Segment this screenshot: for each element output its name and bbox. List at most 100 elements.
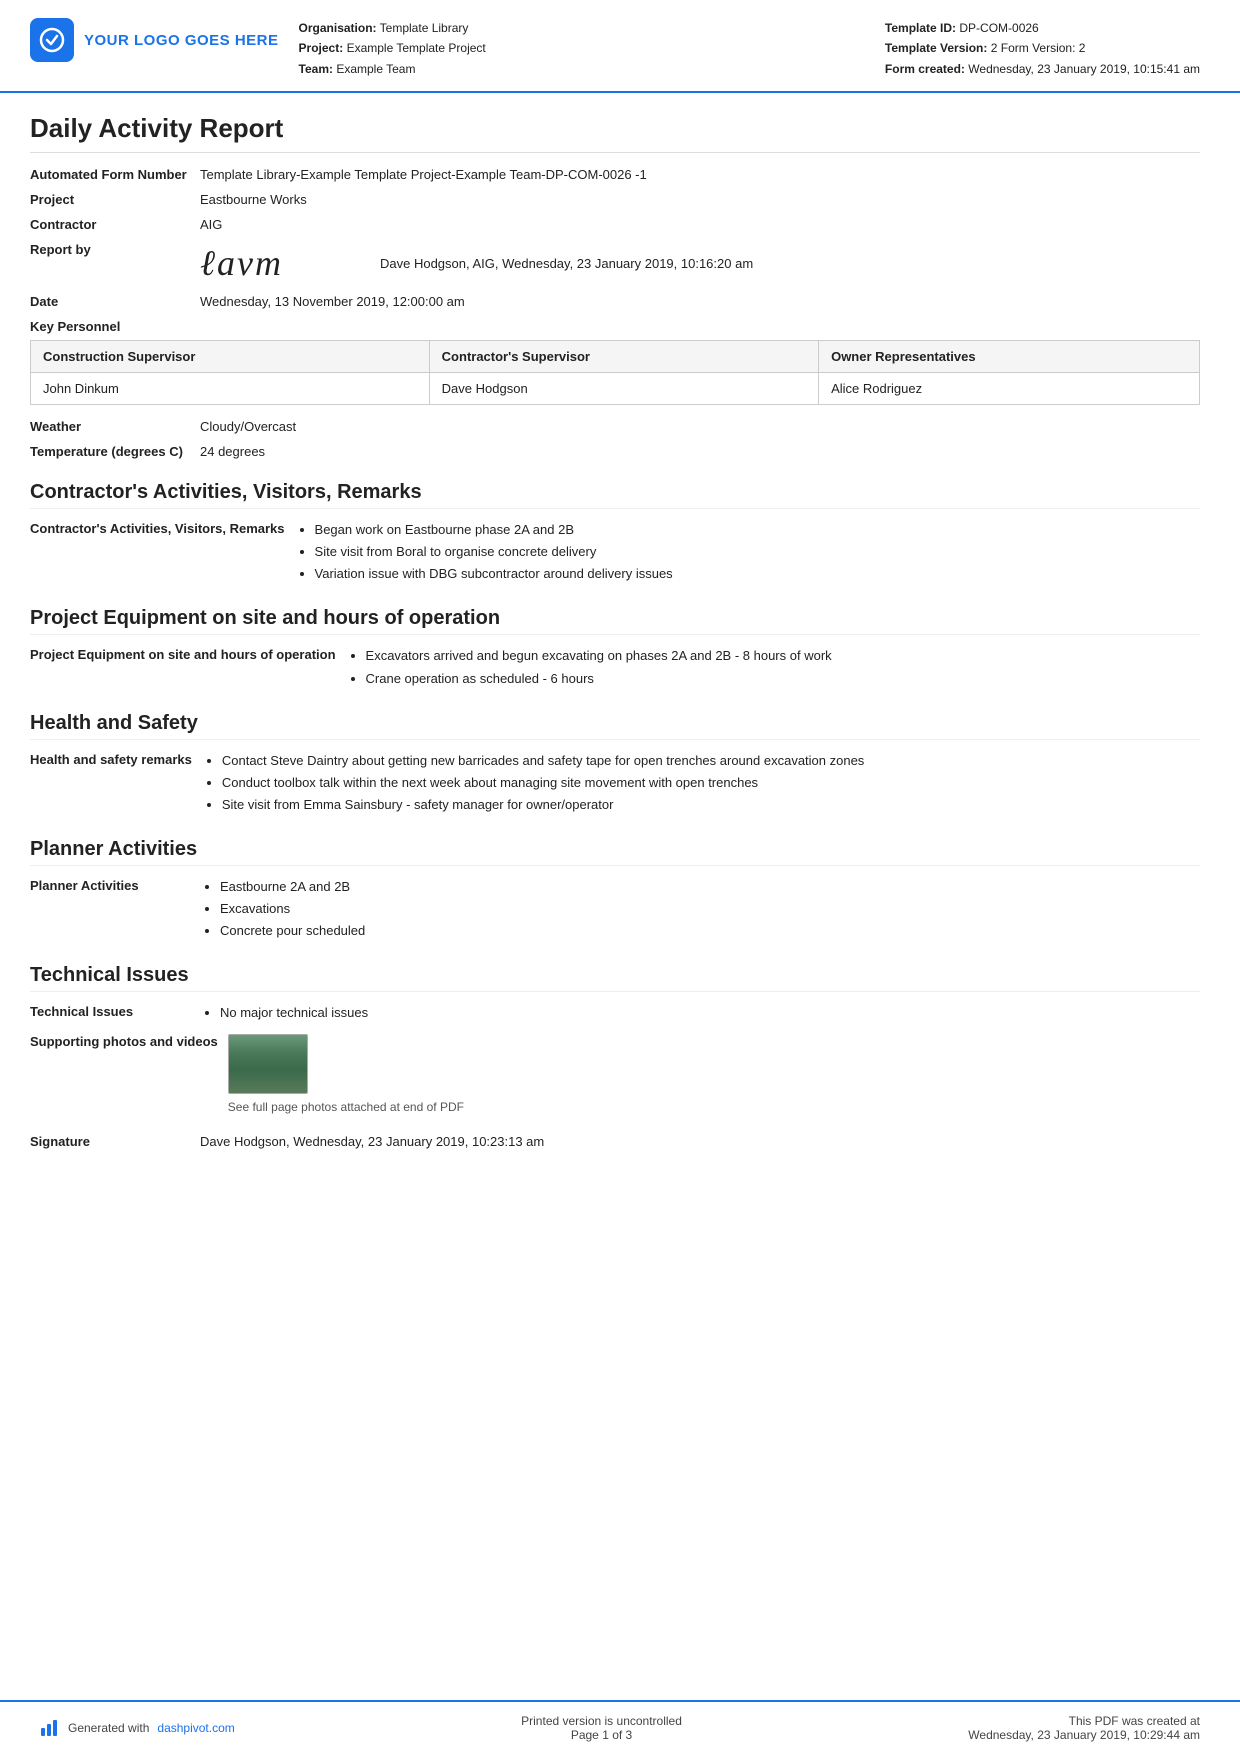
- contractors-activities-list: Began work on Eastbourne phase 2A and 2B…: [295, 519, 673, 585]
- logo-icon: [30, 18, 74, 62]
- report-by-row: Report by ℓavm Dave Hodgson, AIG, Wednes…: [30, 242, 1200, 284]
- health-safety-list: Contact Steve Daintry about getting new …: [202, 750, 864, 816]
- footer-left: Generated with dashpivot.com: [40, 1718, 235, 1738]
- template-version-label: Template Version:: [885, 41, 987, 55]
- technical-issues-heading: Technical Issues: [30, 964, 1200, 992]
- footer-uncontrolled: Printed version is uncontrolled: [521, 1714, 682, 1728]
- personnel-table: Construction Supervisor Contractor's Sup…: [30, 340, 1200, 405]
- cell-construction-supervisor: John Dinkum: [31, 373, 430, 405]
- footer-center: Printed version is uncontrolled Page 1 o…: [521, 1714, 682, 1742]
- table-row: John Dinkum Dave Hodgson Alice Rodriguez: [31, 373, 1200, 405]
- dashpivot-logo-icon: [40, 1718, 60, 1738]
- cell-contractors-supervisor: Dave Hodgson: [429, 373, 818, 405]
- contractor-field-value: AIG: [200, 217, 1200, 232]
- footer-page-number: Page 1 of 3: [521, 1728, 682, 1742]
- logo-text: YOUR LOGO GOES HERE: [84, 32, 279, 49]
- project-field-label: Project: [30, 192, 200, 207]
- list-item: Excavators arrived and begun excavating …: [366, 645, 832, 667]
- template-id-label: Template ID:: [885, 21, 956, 35]
- weather-row: Weather Cloudy/Overcast: [30, 419, 1200, 434]
- health-safety-heading: Health and Safety: [30, 712, 1200, 740]
- contractors-activities-label: Contractor's Activities, Visitors, Remar…: [30, 519, 295, 536]
- template-version-value: 2 Form Version: 2: [991, 41, 1086, 55]
- key-personnel-label: Key Personnel: [30, 319, 1200, 334]
- team-label: Team:: [299, 62, 333, 76]
- form-number-value: Template Library-Example Template Projec…: [200, 167, 1200, 182]
- signature-row: Signature Dave Hodgson, Wednesday, 23 Ja…: [30, 1134, 1200, 1149]
- form-number-label: Automated Form Number: [30, 167, 200, 182]
- header-right: Template ID: DP-COM-0026 Template Versio…: [885, 18, 1200, 79]
- health-safety-label: Health and safety remarks: [30, 750, 202, 767]
- org-value: Template Library: [380, 21, 469, 35]
- signature-image: ℓavm: [200, 242, 360, 284]
- project-equipment-heading: Project Equipment on site and hours of o…: [30, 607, 1200, 635]
- weather-value: Cloudy/Overcast: [200, 419, 1200, 434]
- footer-link[interactable]: dashpivot.com: [157, 1721, 234, 1735]
- photos-label: Supporting photos and videos: [30, 1034, 228, 1049]
- photo-thumbnail: [228, 1034, 308, 1094]
- planner-activities-section: Planner Activities Eastbourne 2A and 2B …: [30, 876, 1200, 942]
- photos-row: Supporting photos and videos See full pa…: [30, 1034, 1200, 1124]
- list-item: Conduct toolbox talk within the next wee…: [222, 772, 864, 794]
- footer-pdf-created-label: This PDF was created at: [968, 1714, 1200, 1728]
- signature-label: Signature: [30, 1134, 200, 1149]
- col-owner-representatives: Owner Representatives: [819, 341, 1200, 373]
- list-item: Eastbourne 2A and 2B: [220, 876, 365, 898]
- technical-issues-list: No major technical issues: [200, 1002, 368, 1024]
- date-label: Date: [30, 294, 200, 309]
- contractors-activities-section: Contractor's Activities, Visitors, Remar…: [30, 519, 1200, 585]
- report-title: Daily Activity Report: [30, 113, 1200, 153]
- logo-area: YOUR LOGO GOES HERE: [30, 18, 279, 62]
- org-label: Organisation:: [299, 21, 377, 35]
- cell-owner-representatives: Alice Rodriguez: [819, 373, 1200, 405]
- temperature-value: 24 degrees: [200, 444, 1200, 459]
- project-equipment-list: Excavators arrived and begun excavating …: [346, 645, 832, 689]
- planner-activities-label: Planner Activities: [30, 876, 200, 893]
- report-by-label: Report by: [30, 242, 200, 257]
- project-row: Project Eastbourne Works: [30, 192, 1200, 207]
- health-safety-section: Health and safety remarks Contact Steve …: [30, 750, 1200, 816]
- list-item: Contact Steve Daintry about getting new …: [222, 750, 864, 772]
- list-item: Excavations: [220, 898, 365, 920]
- project-value: Example Template Project: [347, 41, 486, 55]
- page-header: YOUR LOGO GOES HERE Organisation: Templa…: [0, 0, 1240, 93]
- temperature-label: Temperature (degrees C): [30, 444, 200, 459]
- header-middle: Organisation: Template Library Project: …: [299, 18, 865, 79]
- project-field-value: Eastbourne Works: [200, 192, 1200, 207]
- contractors-activities-heading: Contractor's Activities, Visitors, Remar…: [30, 481, 1200, 509]
- contractor-field-label: Contractor: [30, 217, 200, 232]
- form-created-value: Wednesday, 23 January 2019, 10:15:41 am: [968, 62, 1200, 76]
- project-label: Project:: [299, 41, 344, 55]
- template-id-value: DP-COM-0026: [959, 21, 1038, 35]
- technical-issues-section: Technical Issues No major technical issu…: [30, 1002, 1200, 1024]
- form-number-row: Automated Form Number Template Library-E…: [30, 167, 1200, 182]
- report-by-value: Dave Hodgson, AIG, Wednesday, 23 January…: [380, 256, 753, 271]
- list-item: Site visit from Emma Sainsbury - safety …: [222, 794, 864, 816]
- footer-pdf-created-value: Wednesday, 23 January 2019, 10:29:44 am: [968, 1728, 1200, 1742]
- report-by-field: ℓavm Dave Hodgson, AIG, Wednesday, 23 Ja…: [200, 242, 1200, 284]
- list-item: Crane operation as scheduled - 6 hours: [366, 668, 832, 690]
- signature-area: ℓavm Dave Hodgson, AIG, Wednesday, 23 Ja…: [200, 242, 1200, 284]
- col-contractors-supervisor: Contractor's Supervisor: [429, 341, 818, 373]
- list-item: Concrete pour scheduled: [220, 920, 365, 942]
- photos-value: See full page photos attached at end of …: [228, 1034, 1200, 1124]
- list-item: Began work on Eastbourne phase 2A and 2B: [315, 519, 673, 541]
- col-construction-supervisor: Construction Supervisor: [31, 341, 430, 373]
- technical-issues-label: Technical Issues: [30, 1002, 200, 1019]
- team-value: Example Team: [336, 62, 415, 76]
- main-content: Daily Activity Report Automated Form Num…: [0, 93, 1240, 1700]
- temperature-row: Temperature (degrees C) 24 degrees: [30, 444, 1200, 459]
- footer-generated-text: Generated with: [68, 1721, 149, 1735]
- list-item: Variation issue with DBG subcontractor a…: [315, 563, 673, 585]
- photo-image: [229, 1035, 307, 1093]
- planner-activities-heading: Planner Activities: [30, 838, 1200, 866]
- project-equipment-section: Project Equipment on site and hours of o…: [30, 645, 1200, 689]
- list-item: No major technical issues: [220, 1002, 368, 1024]
- footer-right: This PDF was created at Wednesday, 23 Ja…: [968, 1714, 1200, 1742]
- page-footer: Generated with dashpivot.com Printed ver…: [0, 1700, 1240, 1754]
- list-item: Site visit from Boral to organise concre…: [315, 541, 673, 563]
- form-created-label: Form created:: [885, 62, 965, 76]
- photo-caption: See full page photos attached at end of …: [228, 1100, 1200, 1114]
- date-value: Wednesday, 13 November 2019, 12:00:00 am: [200, 294, 1200, 309]
- date-row: Date Wednesday, 13 November 2019, 12:00:…: [30, 294, 1200, 309]
